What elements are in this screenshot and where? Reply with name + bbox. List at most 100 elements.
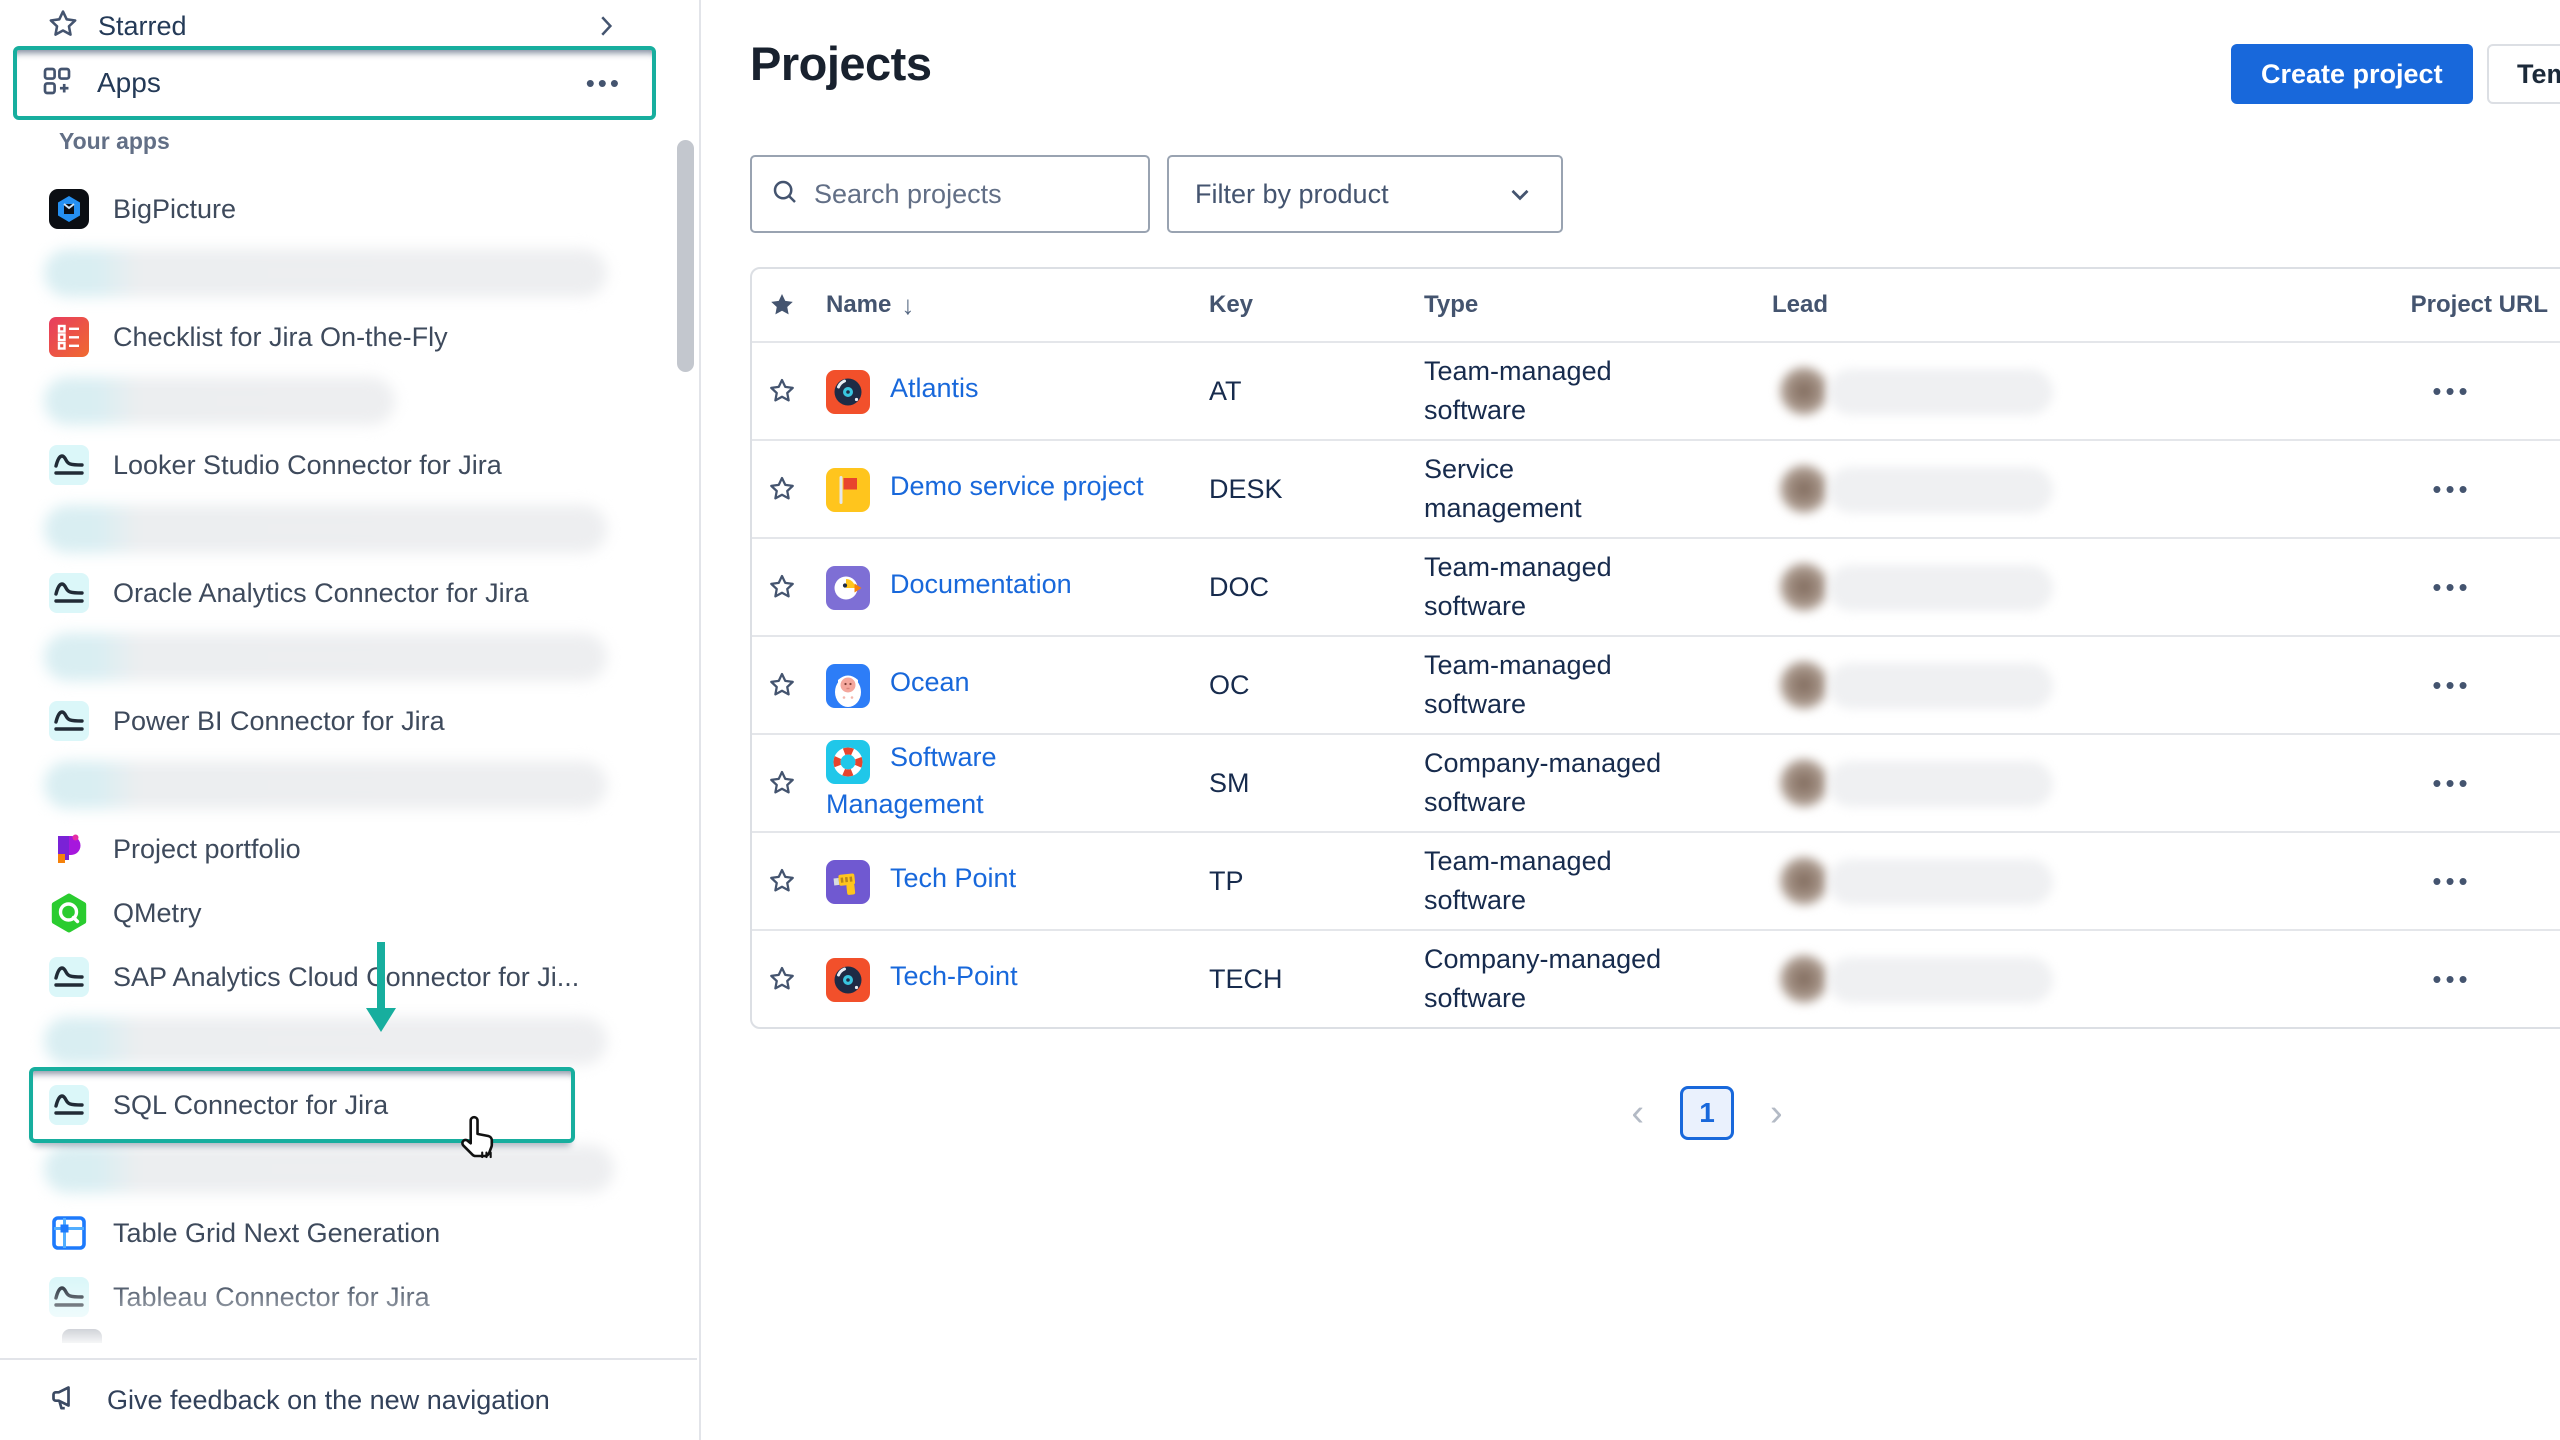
table-row: Software ManagementSMCompany-managed sof… (752, 733, 2560, 831)
redacted-app-item (0, 1137, 699, 1201)
sidebar-item-app[interactable]: Table Grid Next Generation (0, 1201, 699, 1265)
star-project-button[interactable] (764, 863, 800, 899)
sidebar-item-app[interactable]: Tableau Connector for Jira (0, 1265, 699, 1329)
row-actions-button[interactable]: ••• (2424, 664, 2479, 706)
vinyl-project-avatar (826, 958, 870, 1002)
page-title: Projects (750, 36, 931, 91)
sidebar-item-app[interactable]: BigPicture (0, 177, 699, 241)
project-key: OC (1197, 666, 1412, 705)
hand-cursor-icon (452, 1110, 504, 1167)
project-key: TECH (1197, 960, 1412, 999)
sidebar-item-app[interactable]: Checklist for Jira On-the-Fly (0, 305, 699, 369)
star-project-button[interactable] (764, 667, 800, 703)
avatar (1780, 563, 1828, 611)
avatar (1780, 857, 1828, 905)
drill-project-avatar (826, 860, 870, 904)
table-row: DocumentationDOCTeam-managed software••• (752, 537, 2560, 635)
app-label: BigPicture (113, 194, 236, 225)
bigpicture-icon (49, 189, 89, 229)
star-project-button[interactable] (764, 961, 800, 997)
sidebar-item-apps[interactable]: Apps ••• (13, 46, 656, 120)
app-label: Project portfolio (113, 834, 301, 865)
project-search (750, 155, 1150, 233)
your-apps-heading: Your apps (59, 128, 170, 155)
project-type: Team-managed software (1424, 842, 1669, 920)
star-project-button[interactable] (764, 765, 800, 801)
table-row: Demo service projectDESKService manageme… (752, 439, 2560, 537)
project-key: TP (1197, 862, 1412, 901)
lead-redacted (1772, 951, 2322, 1007)
previous-page-button[interactable]: ‹ (1625, 1094, 1650, 1132)
star-column-header[interactable] (752, 290, 812, 320)
project-url-column-header[interactable]: Project URL (2322, 291, 2560, 319)
lead-redacted (1772, 559, 2322, 615)
more-options-icon[interactable]: ••• (586, 70, 622, 96)
app-label: QMetry (113, 898, 202, 929)
avatar (1780, 367, 1828, 415)
row-actions-button[interactable]: ••• (2424, 958, 2479, 1000)
search-projects-input[interactable] (814, 179, 1130, 210)
app-label: SAP Analytics Cloud Connector for Ji... (113, 962, 579, 993)
next-page-button[interactable]: › (1764, 1094, 1789, 1132)
sidebar-item-app[interactable]: Looker Studio Connector for Jira (0, 433, 699, 497)
create-project-button[interactable]: Create project (2231, 44, 2473, 104)
name-column-header[interactable]: Name ↓ (812, 290, 1197, 321)
main-content: Projects Create project Templates Filter… (702, 0, 2560, 1440)
row-actions-button[interactable]: ••• (2424, 468, 2479, 510)
current-page-button[interactable]: 1 (1680, 1086, 1734, 1140)
starred-label: Starred (98, 11, 187, 42)
templates-button[interactable]: Templates (2487, 44, 2560, 104)
app-label: Looker Studio Connector for Jira (113, 450, 502, 481)
sidebar-item-app[interactable]: SAP Analytics Cloud Connector for Ji... (0, 945, 699, 1009)
project-name-link[interactable]: Atlantis (890, 373, 979, 403)
star-project-button[interactable] (764, 373, 800, 409)
sidebar-scrollbar[interactable] (677, 140, 694, 372)
pagination: ‹ 1 › (791, 1086, 2560, 1140)
sidebar-item-app[interactable]: QMetry (0, 881, 699, 945)
project-key: SM (1197, 764, 1412, 803)
project-name-link[interactable]: Tech Point (890, 863, 1016, 893)
chevron-right-icon[interactable] (591, 11, 621, 41)
star-outline-icon (46, 7, 80, 46)
table-row: AtlantisATTeam-managed software••• (752, 341, 2560, 439)
jira-projects-page: Starred Apps ••• Your apps BigPicture Che… (0, 0, 2560, 1440)
project-key: DOC (1197, 568, 1412, 607)
row-actions-button[interactable]: ••• (2424, 566, 2479, 608)
row-actions-button[interactable]: ••• (2424, 370, 2479, 412)
checklist-icon (49, 317, 89, 357)
project-type: Team-managed software (1424, 646, 1669, 724)
feedback-link[interactable]: Give feedback on the new navigation (0, 1358, 697, 1440)
tablegrid-icon (49, 1213, 89, 1253)
app-label: Oracle Analytics Connector for Jira (113, 578, 529, 609)
sidebar-item-app[interactable]: Power BI Connector for Jira (0, 689, 699, 753)
chart-icon (49, 701, 89, 741)
chart-icon (49, 957, 89, 997)
star-project-button[interactable] (764, 471, 800, 507)
row-actions-button[interactable]: ••• (2424, 860, 2479, 902)
star-filled-icon (767, 290, 797, 320)
key-column-header[interactable]: Key (1197, 291, 1412, 319)
projects-table: Name ↓ Key Type Lead Project URL Atlanti… (750, 267, 2560, 1029)
row-actions-button[interactable]: ••• (2424, 762, 2479, 804)
sidebar-item-app[interactable]: Oracle Analytics Connector for Jira (0, 561, 699, 625)
filter-by-product-dropdown[interactable]: Filter by product (1167, 155, 1563, 233)
redacted-app-item (0, 369, 699, 433)
table-row: Ocean OC Team-managed software ••• (752, 635, 2560, 733)
type-column-header[interactable]: Type (1412, 291, 1762, 319)
project-name-link[interactable]: Documentation (890, 569, 1072, 599)
project-type: Team-managed software (1424, 352, 1669, 430)
chart-icon (49, 573, 89, 613)
your-apps-list: BigPicture Checklist for Jira On-the-Fly L… (0, 177, 699, 1393)
project-type: Company-managed software (1424, 940, 1669, 1018)
sidebar-item-app[interactable]: Project portfolio (0, 817, 699, 881)
sidebar-item-starred[interactable]: Starred (0, 0, 699, 52)
project-name-link[interactable]: Demo service project (890, 471, 1144, 501)
chart-icon (49, 1277, 89, 1317)
project-name-link[interactable]: Tech-Point (890, 961, 1018, 991)
avatar (1780, 759, 1828, 807)
star-project-button[interactable] (764, 569, 800, 605)
project-name-link[interactable]: Ocean (890, 667, 970, 697)
lead-column-header[interactable]: Lead (1762, 291, 2322, 319)
app-label: SQL Connector for Jira (113, 1090, 388, 1121)
lead-redacted (1772, 363, 2322, 419)
